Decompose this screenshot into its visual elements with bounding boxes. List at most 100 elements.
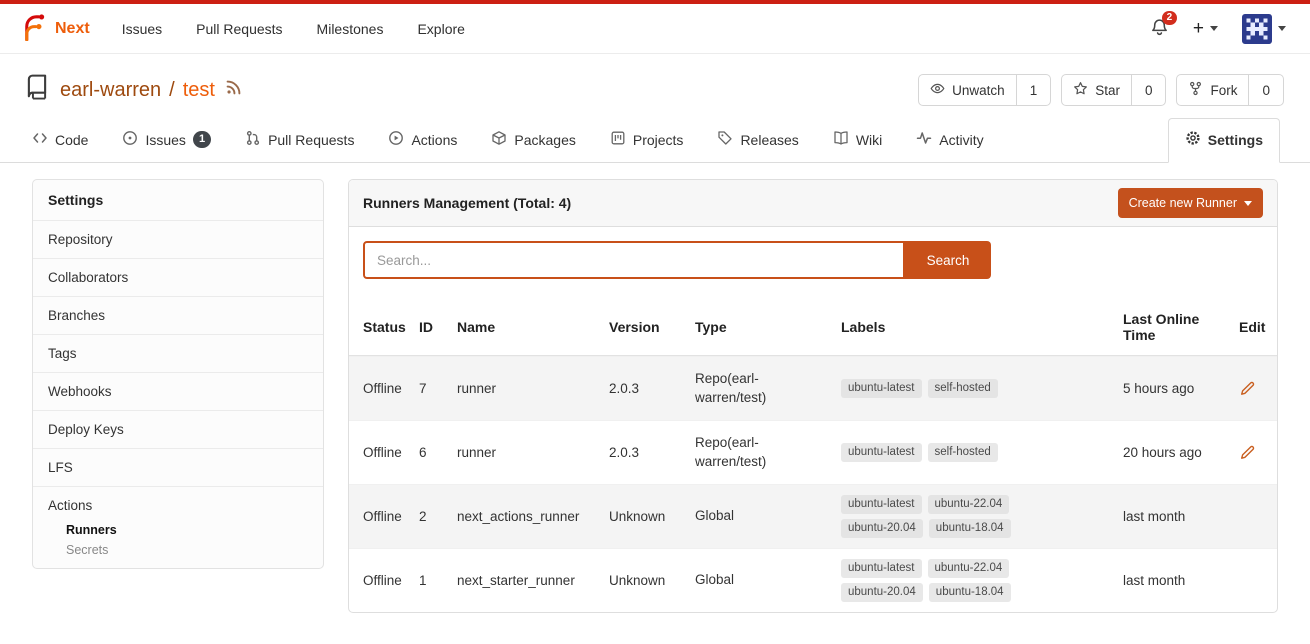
primary-nav: Issues Pull Requests Milestones Explore xyxy=(122,21,465,37)
sidebar-item-tags[interactable]: Tags xyxy=(33,334,323,372)
panel-header: Runners Management (Total: 4) Create new… xyxy=(349,180,1277,227)
runner-type: Global xyxy=(695,507,841,525)
runner-type: Repo(earl-warren/test) xyxy=(695,434,841,470)
sidebar-subitem-secrets[interactable]: Secrets xyxy=(48,540,308,560)
create-new-menu[interactable]: + xyxy=(1193,18,1218,40)
project-board-icon xyxy=(610,130,626,149)
runner-labels: ubuntu-latest self-hosted xyxy=(841,439,1033,466)
eye-icon xyxy=(930,81,945,99)
sidebar-item-branches[interactable]: Branches xyxy=(33,296,323,334)
forks-count[interactable]: 0 xyxy=(1248,75,1283,105)
sidebar-item-lfs[interactable]: LFS xyxy=(33,448,323,486)
runner-version: Unknown xyxy=(609,509,695,524)
user-avatar xyxy=(1242,14,1272,44)
col-edit: Edit xyxy=(1239,319,1277,335)
fork-label: Fork xyxy=(1210,83,1237,98)
sidebar-item-actions[interactable]: Actions Runners Secrets xyxy=(33,486,323,568)
nav-explore[interactable]: Explore xyxy=(417,21,464,37)
sidebar-item-webhooks[interactable]: Webhooks xyxy=(33,372,323,410)
sidebar-subitem-runners[interactable]: Runners xyxy=(48,520,308,540)
table-row: Offline 7 runner 2.0.3 Repo(earl-warren/… xyxy=(349,356,1277,420)
label-pill: self-hosted xyxy=(928,379,998,398)
search-input[interactable] xyxy=(363,241,905,279)
runner-status: Offline xyxy=(349,381,419,396)
repo-separator: / xyxy=(169,79,175,102)
star-icon xyxy=(1073,81,1088,99)
nav-milestones[interactable]: Milestones xyxy=(317,21,384,37)
tag-icon xyxy=(717,130,733,149)
sidebar-actions-submenu: Runners Secrets xyxy=(48,520,308,560)
edit-runner-button[interactable] xyxy=(1239,381,1265,397)
runner-name: next_starter_runner xyxy=(457,573,609,588)
repo-name-link[interactable]: test xyxy=(183,79,215,102)
issue-icon xyxy=(122,130,138,149)
rss-feed-icon[interactable] xyxy=(225,78,243,102)
forgejo-logo-icon xyxy=(20,14,47,44)
repo-actions: Unwatch 1 Star 0 xyxy=(918,74,1284,106)
runner-id: 2 xyxy=(419,509,457,524)
table-row: Offline 1 next_starter_runner Unknown Gl… xyxy=(349,548,1277,612)
create-runner-button[interactable]: Create new Runner xyxy=(1118,188,1263,218)
runners-table: Status ID Name Version Type Labels Last … xyxy=(349,297,1277,612)
tab-projects[interactable]: Projects xyxy=(608,119,686,162)
tab-issues[interactable]: Issues 1 xyxy=(120,119,213,162)
table-row: Offline 6 runner 2.0.3 Repo(earl-warren/… xyxy=(349,420,1277,484)
repo-owner-link[interactable]: earl-warren xyxy=(60,79,161,102)
runner-version: 2.0.3 xyxy=(609,381,695,396)
user-menu[interactable] xyxy=(1242,14,1286,44)
table-header-row: Status ID Name Version Type Labels Last … xyxy=(349,297,1277,356)
pulse-icon xyxy=(916,130,932,149)
label-pill: ubuntu-latest xyxy=(841,495,922,514)
tab-code[interactable]: Code xyxy=(30,119,90,162)
label-pill: ubuntu-latest xyxy=(841,379,922,398)
code-icon xyxy=(32,130,48,149)
runner-type: Repo(earl-warren/test) xyxy=(695,370,841,406)
runner-name: runner xyxy=(457,445,609,460)
sidebar-item-deploy-keys[interactable]: Deploy Keys xyxy=(33,410,323,448)
stars-count[interactable]: 0 xyxy=(1131,75,1166,105)
sidebar-title: Settings xyxy=(33,180,323,220)
nav-issues[interactable]: Issues xyxy=(122,21,162,37)
gear-icon xyxy=(1185,130,1201,149)
tab-actions[interactable]: Actions xyxy=(386,119,459,162)
runner-id: 7 xyxy=(419,381,457,396)
sidebar-item-repository[interactable]: Repository xyxy=(33,220,323,258)
star-button-group: Star 0 xyxy=(1061,74,1166,106)
tab-releases[interactable]: Releases xyxy=(715,119,800,162)
fork-button[interactable]: Fork xyxy=(1177,75,1248,105)
star-label: Star xyxy=(1095,83,1120,98)
runner-labels: ubuntu-latest self-hosted xyxy=(841,375,1033,402)
repo-header: earl-warren / test Unwatch 1 xyxy=(0,54,1310,118)
runner-last-online: 5 hours ago xyxy=(1123,381,1239,396)
page-title: Runners Management (Total: 4) xyxy=(363,195,571,211)
runner-last-online: 20 hours ago xyxy=(1123,445,1239,460)
search-button[interactable]: Search xyxy=(905,241,991,279)
brand-name: Next xyxy=(55,20,90,38)
tab-wiki[interactable]: Wiki xyxy=(831,119,884,162)
search-bar: Search xyxy=(349,227,1277,291)
home-link[interactable]: Next xyxy=(20,14,90,44)
notification-badge: 2 xyxy=(1162,11,1177,25)
chevron-down-icon xyxy=(1210,26,1218,31)
label-pill: ubuntu-22.04 xyxy=(928,495,1010,514)
star-button[interactable]: Star xyxy=(1062,75,1131,105)
unwatch-label: Unwatch xyxy=(952,83,1005,98)
nav-pull-requests[interactable]: Pull Requests xyxy=(196,21,282,37)
edit-runner-button[interactable] xyxy=(1239,445,1265,461)
col-labels: Labels xyxy=(841,319,1123,335)
tab-settings[interactable]: Settings xyxy=(1168,118,1280,163)
notifications-button[interactable]: 2 xyxy=(1150,18,1169,40)
settings-sidebar: Settings Repository Collaborators Branch… xyxy=(32,179,324,569)
runners-panel: Runners Management (Total: 4) Create new… xyxy=(348,179,1278,613)
repo-title: earl-warren / test xyxy=(24,74,243,106)
tab-pull-requests[interactable]: Pull Requests xyxy=(243,119,356,162)
watchers-count[interactable]: 1 xyxy=(1016,75,1051,105)
tab-packages[interactable]: Packages xyxy=(489,119,577,162)
label-pill: self-hosted xyxy=(928,443,998,462)
tab-activity[interactable]: Activity xyxy=(914,119,985,162)
unwatch-button[interactable]: Unwatch xyxy=(919,75,1016,105)
sidebar-item-collaborators[interactable]: Collaborators xyxy=(33,258,323,296)
play-circle-icon xyxy=(388,130,404,149)
runner-id: 6 xyxy=(419,445,457,460)
navbar: Next Issues Pull Requests Milestones Exp… xyxy=(0,4,1310,54)
